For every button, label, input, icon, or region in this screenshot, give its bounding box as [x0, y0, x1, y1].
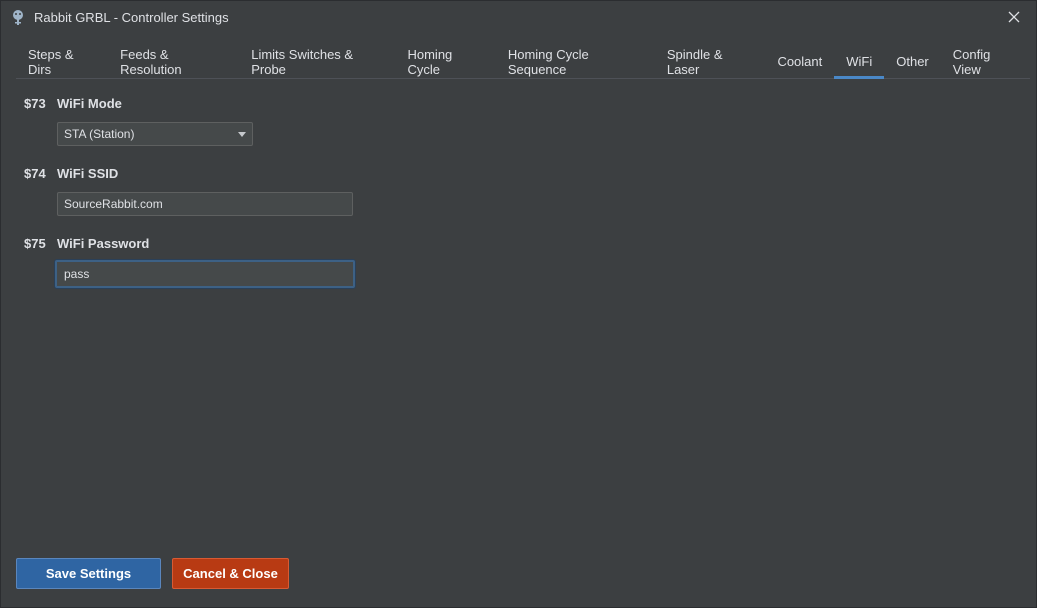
tab-feeds-resolution[interactable]: Feeds & Resolution	[108, 45, 239, 78]
tab-homing-cycle[interactable]: Homing Cycle	[395, 45, 495, 78]
wifi-password-input[interactable]	[55, 260, 355, 288]
tab-label: WiFi	[846, 54, 873, 69]
close-button[interactable]	[1000, 5, 1028, 29]
tab-spindle-laser[interactable]: Spindle & Laser	[655, 45, 766, 78]
setting-name: WiFi Password	[57, 236, 150, 251]
tab-label: Homing Cycle	[407, 46, 453, 77]
tab-label: Other	[896, 54, 929, 69]
wifi-ssid-input[interactable]	[57, 192, 353, 216]
rabbit-app-icon	[13, 10, 23, 25]
tab-wifi[interactable]: WiFi	[834, 45, 885, 79]
cancel-close-button[interactable]: Cancel & Close	[172, 558, 289, 589]
setting-name: WiFi SSID	[57, 166, 119, 181]
window-title: Rabbit GRBL - Controller Settings	[34, 10, 229, 25]
tab-label: Spindle & Laser	[666, 46, 723, 77]
settings-window: Rabbit GRBL - Controller Settings Steps …	[0, 0, 1037, 608]
tab-limits-switches-probe[interactable]: Limits Switches & Probe	[239, 45, 395, 78]
tab-label: Steps & Dirs	[28, 46, 74, 77]
tab-other[interactable]: Other	[884, 45, 941, 78]
setting-name: WiFi Mode	[57, 96, 122, 111]
tab-label: Coolant	[777, 54, 823, 69]
wifi-mode-field: $73 WiFi Mode STA (Station)	[24, 96, 253, 146]
tab-label: Feeds & Resolution	[120, 46, 182, 77]
tab-label: Limits Switches & Probe	[251, 46, 354, 77]
setting-code: $75	[24, 236, 46, 251]
tab-label: Homing Cycle Sequence	[507, 46, 589, 77]
wifi-mode-label: $73 WiFi Mode	[24, 96, 122, 112]
tab-config-view[interactable]: Config View	[941, 45, 1030, 78]
wifi-mode-select[interactable]: STA (Station)	[57, 122, 253, 146]
wifi-ssid-field: $74 WiFi SSID	[24, 166, 353, 216]
close-icon	[1008, 11, 1020, 23]
wifi-password-label: $75 WiFi Password	[24, 236, 149, 252]
setting-code: $74	[24, 166, 46, 181]
setting-code: $73	[24, 96, 46, 111]
settings-tabs: Steps & Dirs Feeds & Resolution Limits S…	[16, 45, 1030, 79]
tab-steps-dirs[interactable]: Steps & Dirs	[16, 45, 108, 78]
tab-homing-cycle-sequence[interactable]: Homing Cycle Sequence	[496, 45, 655, 78]
save-settings-button[interactable]: Save Settings	[16, 558, 161, 589]
tab-label: Config View	[952, 46, 991, 77]
title-bar: Rabbit GRBL - Controller Settings	[1, 1, 1036, 34]
tab-coolant[interactable]: Coolant	[765, 45, 834, 78]
wifi-ssid-label: $74 WiFi SSID	[24, 166, 118, 182]
wifi-password-field: $75 WiFi Password	[24, 236, 355, 288]
wifi-mode-value: STA (Station)	[64, 127, 135, 141]
chevron-down-icon	[238, 132, 246, 137]
